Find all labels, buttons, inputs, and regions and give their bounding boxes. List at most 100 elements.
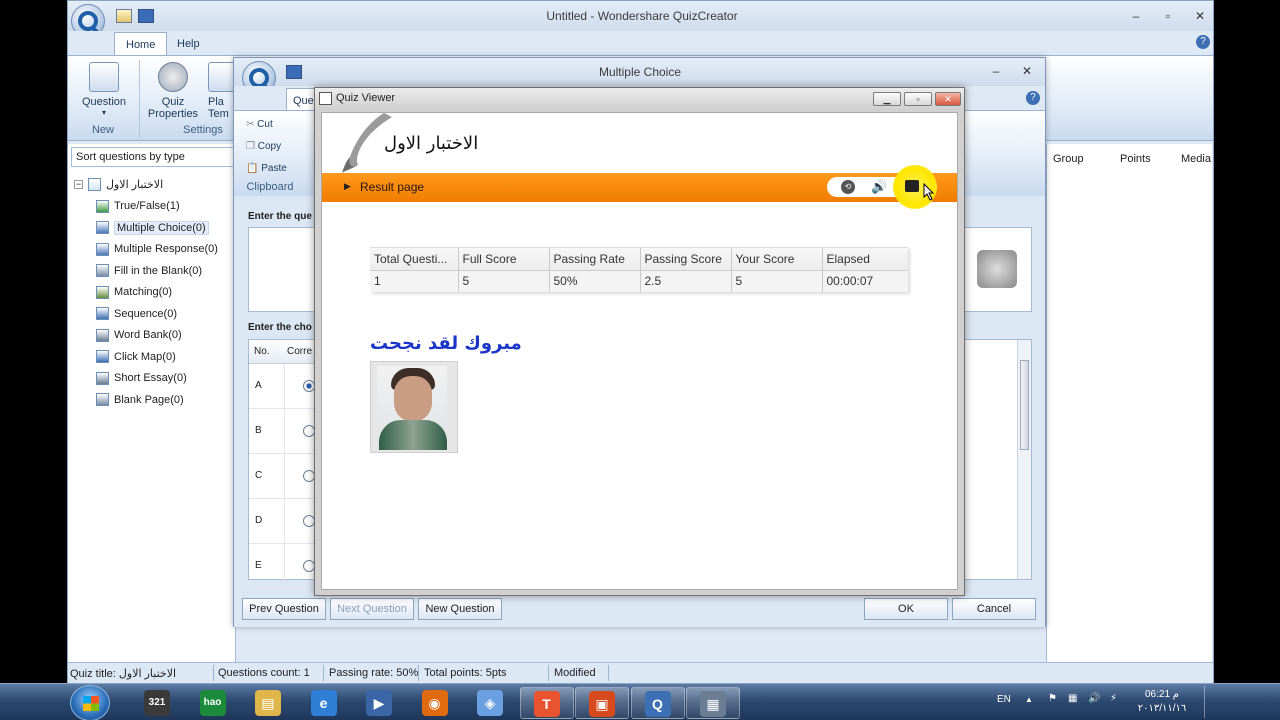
volume-icon[interactable]: 🔊 — [1088, 693, 1100, 704]
network-icon[interactable]: ▦ — [1068, 693, 1077, 704]
new-group-label: New — [91, 124, 114, 136]
new-question-button[interactable]: Question ▾ — [76, 62, 132, 117]
tree-item-word-bank[interactable]: Word Bank(0) — [74, 325, 234, 347]
tree-item-label: Word Bank(0) — [114, 329, 182, 342]
tree-item-short-essay[interactable]: Short Essay(0) — [74, 368, 234, 390]
save-icon[interactable] — [138, 9, 154, 23]
clock-time[interactable]: 06:21 م — [1138, 689, 1186, 700]
internet-explorer-app[interactable]: e — [298, 687, 352, 719]
column-points[interactable]: Points — [1120, 153, 1151, 165]
question-tree-pane: Sort questions by type − الاختبار الاول … — [68, 144, 236, 662]
tree-item-multiple-choice[interactable]: Multiple Choice(0) — [74, 217, 234, 239]
scrollbar-thumb[interactable] — [1020, 360, 1029, 450]
results-cell: 50% — [549, 270, 641, 292]
ribbon-tabs: Home Help ? — [68, 31, 1213, 56]
mc-dialog-title: Multiple Choice — [598, 65, 682, 79]
results-cell: 5 — [458, 270, 550, 292]
quiz-viewer-titlebar: Quiz Viewer ▁ ▫ ✕ — [315, 88, 964, 110]
vertical-scrollbar[interactable] — [1017, 340, 1031, 579]
sort-questions-dropdown[interactable]: Sort questions by type — [71, 147, 235, 167]
save-icon[interactable] — [286, 65, 302, 79]
clock-date[interactable]: ٢٠١٣/١١/١٦ — [1136, 703, 1188, 714]
true-false-icon — [96, 199, 109, 213]
presentation-app[interactable]: ▣ — [575, 687, 629, 719]
open-folder-icon[interactable] — [116, 9, 132, 23]
next-question-button[interactable]: Next Question — [330, 598, 414, 620]
cut-button[interactable]: ✂ Cut — [246, 119, 273, 130]
results-table: Total Questi... Full Score Passing Rate Pas… — [370, 248, 908, 292]
tree-root-label: الاختبار الاول — [106, 179, 164, 192]
question-text-box[interactable] — [248, 227, 320, 312]
quiz-properties-button[interactable]: Quiz Properties — [146, 62, 200, 120]
help-icon[interactable]: ? — [1026, 91, 1040, 105]
choice-letter: C — [255, 470, 263, 481]
tray-expand-icon[interactable]: ▲ — [1025, 695, 1033, 704]
firefox-icon: ◉ — [421, 690, 448, 716]
new-question-button[interactable]: New Question — [418, 598, 502, 620]
qv-close-button[interactable]: ✕ — [935, 92, 961, 106]
student-photo — [370, 361, 458, 453]
tree-item-click-map[interactable]: Click Map(0) — [74, 346, 234, 368]
sound-icon[interactable]: 🔊 — [871, 179, 887, 195]
browser-app[interactable]: ◈ — [464, 687, 518, 719]
mc-titlebar: Multiple Choice – ✕ — [234, 58, 1045, 95]
quiz-viewer-title: Quiz Viewer — [336, 92, 396, 104]
paste-button[interactable]: 📋 Paste — [246, 163, 287, 174]
minimize-button[interactable]: – — [1122, 6, 1150, 26]
paste-label: Paste — [261, 163, 287, 174]
mc-close-button[interactable]: ✕ — [1013, 61, 1041, 81]
firefox-app[interactable]: ◉ — [409, 687, 463, 719]
arrow-right-icon: ▶ — [344, 181, 351, 191]
help-icon[interactable]: ? — [1196, 35, 1210, 49]
tree-item-label: Multiple Response(0) — [114, 243, 218, 256]
start-button[interactable] — [70, 685, 110, 720]
language-indicator[interactable]: EN — [997, 694, 1011, 705]
qv-minimize-button[interactable]: ▁ — [873, 92, 901, 106]
windows-logo-icon — [83, 696, 99, 711]
tab-home[interactable]: Home — [114, 32, 168, 56]
close-button[interactable]: ✕ — [1186, 6, 1214, 26]
media-film-icon[interactable] — [977, 250, 1017, 288]
multiple-choice-icon — [96, 221, 109, 235]
copy-button[interactable]: ❐ Copy — [246, 141, 281, 152]
power-icon[interactable]: ⚡ — [1110, 693, 1117, 704]
media-player-app[interactable]: ▶ — [353, 687, 407, 719]
results-column-header: Passing Score — [640, 248, 732, 271]
tab-help[interactable]: Help — [166, 32, 211, 56]
maximize-button[interactable]: ▫ — [1154, 6, 1182, 26]
choices-header: No. Corre — [249, 340, 319, 364]
tree-item-sequence[interactable]: Sequence(0) — [74, 303, 234, 325]
tree-item-matching[interactable]: Matching(0) — [74, 282, 234, 304]
collapse-icon[interactable]: − — [74, 180, 83, 190]
print-icon[interactable] — [905, 180, 919, 192]
review-icon[interactable]: ⟲ — [841, 180, 855, 194]
file-explorer-app[interactable]: ▤ — [242, 687, 296, 719]
column-group[interactable]: Group — [1053, 153, 1084, 165]
mc-button-bar: Prev Question Next Question New Question… — [234, 594, 1045, 627]
tree-item-blank-page[interactable]: Blank Page(0) — [74, 389, 234, 411]
quizcreator-app[interactable]: Q — [630, 687, 685, 719]
tab-question[interactable]: Ques — [286, 88, 316, 112]
column-media[interactable]: Media — [1181, 153, 1211, 165]
quiz-viewer-app[interactable]: ▦ — [686, 687, 740, 719]
question-media-box[interactable] — [962, 227, 1032, 312]
tree-item-label: Sequence(0) — [114, 307, 177, 320]
dropdown-arrow-icon: ▾ — [101, 108, 106, 117]
cancel-button[interactable]: Cancel — [952, 598, 1036, 620]
tree-item-true-false[interactable]: True/False(1) — [74, 196, 234, 218]
calendar-321-app[interactable]: 321 — [131, 687, 185, 719]
tree-item-multiple-response[interactable]: Multiple Response(0) — [74, 239, 234, 261]
quiz-icon — [88, 178, 101, 192]
hao123-app[interactable]: hao — [187, 687, 241, 719]
prev-question-button[interactable]: Prev Question — [242, 598, 326, 620]
tree-root[interactable]: − الاختبار الاول — [74, 174, 234, 196]
mc-minimize-button[interactable]: – — [982, 61, 1010, 81]
status-bar: Quiz title: الاختبار الاول Questions cou… — [68, 662, 1213, 683]
flag-icon[interactable]: ⚑ — [1048, 693, 1057, 704]
tree-item-fill-blank[interactable]: Fill in the Blank(0) — [74, 260, 234, 282]
show-desktop-button[interactable] — [1204, 686, 1214, 718]
ok-button[interactable]: OK — [864, 598, 948, 620]
text-app[interactable]: T — [519, 687, 574, 719]
qv-maximize-button[interactable]: ▫ — [904, 92, 932, 106]
results-data-row: 1 5 50% 2.5 5 00:00:07 — [370, 270, 908, 292]
